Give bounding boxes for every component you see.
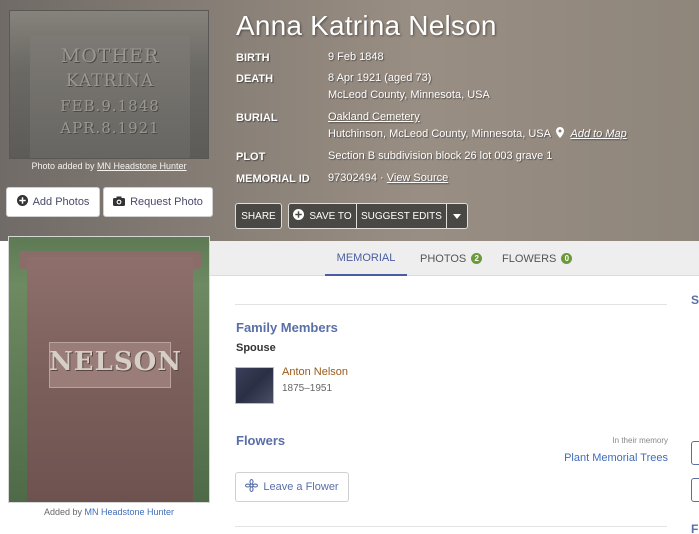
request-photo-label: Request Photo — [130, 196, 203, 208]
view-source-link[interactable]: View Source — [387, 172, 449, 184]
death-date: 8 Apr 1921 (aged 73) — [328, 72, 432, 84]
tab-label: MEMORIAL — [336, 251, 396, 264]
photo-caption: Photo added by MN Headstone Hunter — [9, 161, 209, 171]
divider — [235, 304, 667, 305]
divider — [235, 526, 667, 527]
camera-icon — [113, 196, 126, 209]
cemetery-link[interactable]: Oakland Cemetery — [328, 111, 420, 123]
engraving-line: KATRINA — [65, 71, 155, 91]
tab-memorial[interactable]: MEMORIAL — [325, 241, 407, 276]
headstone-photo-primary[interactable]: MOTHER KATRINA FEB.9.1848 APR.8.1921 — [9, 10, 209, 159]
share-button[interactable]: SHARE — [235, 203, 282, 229]
tab-photos[interactable]: PHOTOS 2 — [420, 241, 483, 276]
map-pin-icon — [556, 127, 565, 144]
memorial-tabs: MEMORIAL PHOTOS 2 FLOWERS 0 — [210, 241, 699, 276]
plot-label: PLOT — [236, 151, 266, 163]
burial-place: Hutchinson, McLeod County, Minnesota, US… — [328, 128, 551, 140]
plus-circle-icon — [293, 209, 305, 223]
add-photos-button[interactable]: Add Photos — [6, 187, 100, 217]
plus-circle-icon — [16, 195, 28, 209]
caret-down-icon — [453, 211, 461, 222]
engraving-line: MOTHER — [60, 45, 160, 67]
save-to-button[interactable]: SAVE TO — [288, 203, 357, 229]
birth-label: BIRTH — [236, 52, 270, 64]
photo-contributor-link[interactable]: MN Headstone Hunter — [85, 507, 175, 517]
memorial-id-label: MEMORIAL ID — [236, 173, 310, 185]
more-actions-button[interactable] — [446, 203, 468, 229]
spouse-years: 1875–1951 — [282, 383, 333, 394]
tab-label: PHOTOS — [420, 252, 467, 265]
spouse-photo-thumbnail[interactable] — [235, 367, 274, 404]
memorial-id-number: 97302494 · — [328, 172, 384, 184]
save-to-label: SAVE TO — [309, 210, 352, 222]
flowers-heading: Flowers — [236, 433, 286, 448]
leave-a-flower-label: Leave a Flower — [263, 481, 339, 493]
tab-label: FLOWERS — [502, 252, 557, 265]
death-value: 8 Apr 1921 (aged 73) McLeod County, Minn… — [328, 70, 490, 104]
engraving-line: APR.8.1921 — [60, 119, 160, 137]
leave-a-flower-button[interactable]: Leave a Flower — [235, 472, 349, 502]
death-label: DEATH — [236, 73, 274, 85]
photo-caption-prefix: Photo added by — [31, 161, 95, 171]
family-members-heading: Family Members — [236, 320, 338, 335]
photo-caption: Added by MN Headstone Hunter — [8, 507, 210, 517]
engraving-surname: NELSON — [49, 347, 183, 377]
birth-value: 9 Feb 1848 — [328, 51, 384, 63]
spouse-name-link[interactable]: Anton Nelson — [282, 366, 348, 378]
in-their-memory-label: In their memory — [612, 436, 668, 445]
memorial-name: Anna Katrina Nelson — [236, 10, 497, 41]
memorial-id-value: 97302494 · View Source — [328, 170, 448, 187]
engraving-line: FEB.9.1848 — [60, 97, 160, 115]
flowers-count-badge: 0 — [561, 253, 573, 264]
death-place: McLeod County, Minnesota, USA — [328, 89, 490, 101]
share-label: SHARE — [241, 210, 276, 222]
add-to-map-link[interactable]: Add to Map — [570, 128, 626, 140]
photo-caption-prefix: Added by — [43, 507, 82, 517]
request-photo-button[interactable]: Request Photo — [103, 187, 213, 217]
sidebar-heading-clipped: S — [691, 293, 699, 307]
flower-icon — [245, 478, 259, 495]
plant-memorial-trees-link[interactable]: Plant Memorial Trees — [540, 452, 668, 464]
plot-value: Section B subdivision block 26 lot 003 g… — [328, 150, 553, 162]
headstone-photo-secondary[interactable]: NELSON — [8, 236, 210, 503]
tab-flowers[interactable]: FLOWERS 0 — [502, 241, 573, 276]
spouse-label: Spouse — [236, 342, 276, 354]
photos-count-badge: 2 — [471, 253, 483, 264]
sidebar-button-clipped[interactable] — [691, 478, 699, 502]
sidebar-heading-clipped: F — [691, 522, 699, 534]
burial-label: BURIAL — [236, 112, 278, 124]
sidebar-button-clipped[interactable] — [691, 441, 699, 465]
burial-value: Oakland Cemetery Hutchinson, McLeod Coun… — [328, 109, 627, 144]
suggest-edits-button[interactable]: SUGGEST EDITS — [356, 203, 447, 229]
photo-contributor-link[interactable]: MN Headstone Hunter — [97, 161, 187, 171]
suggest-edits-label: SUGGEST EDITS — [361, 210, 442, 222]
add-photos-label: Add Photos — [32, 196, 90, 208]
